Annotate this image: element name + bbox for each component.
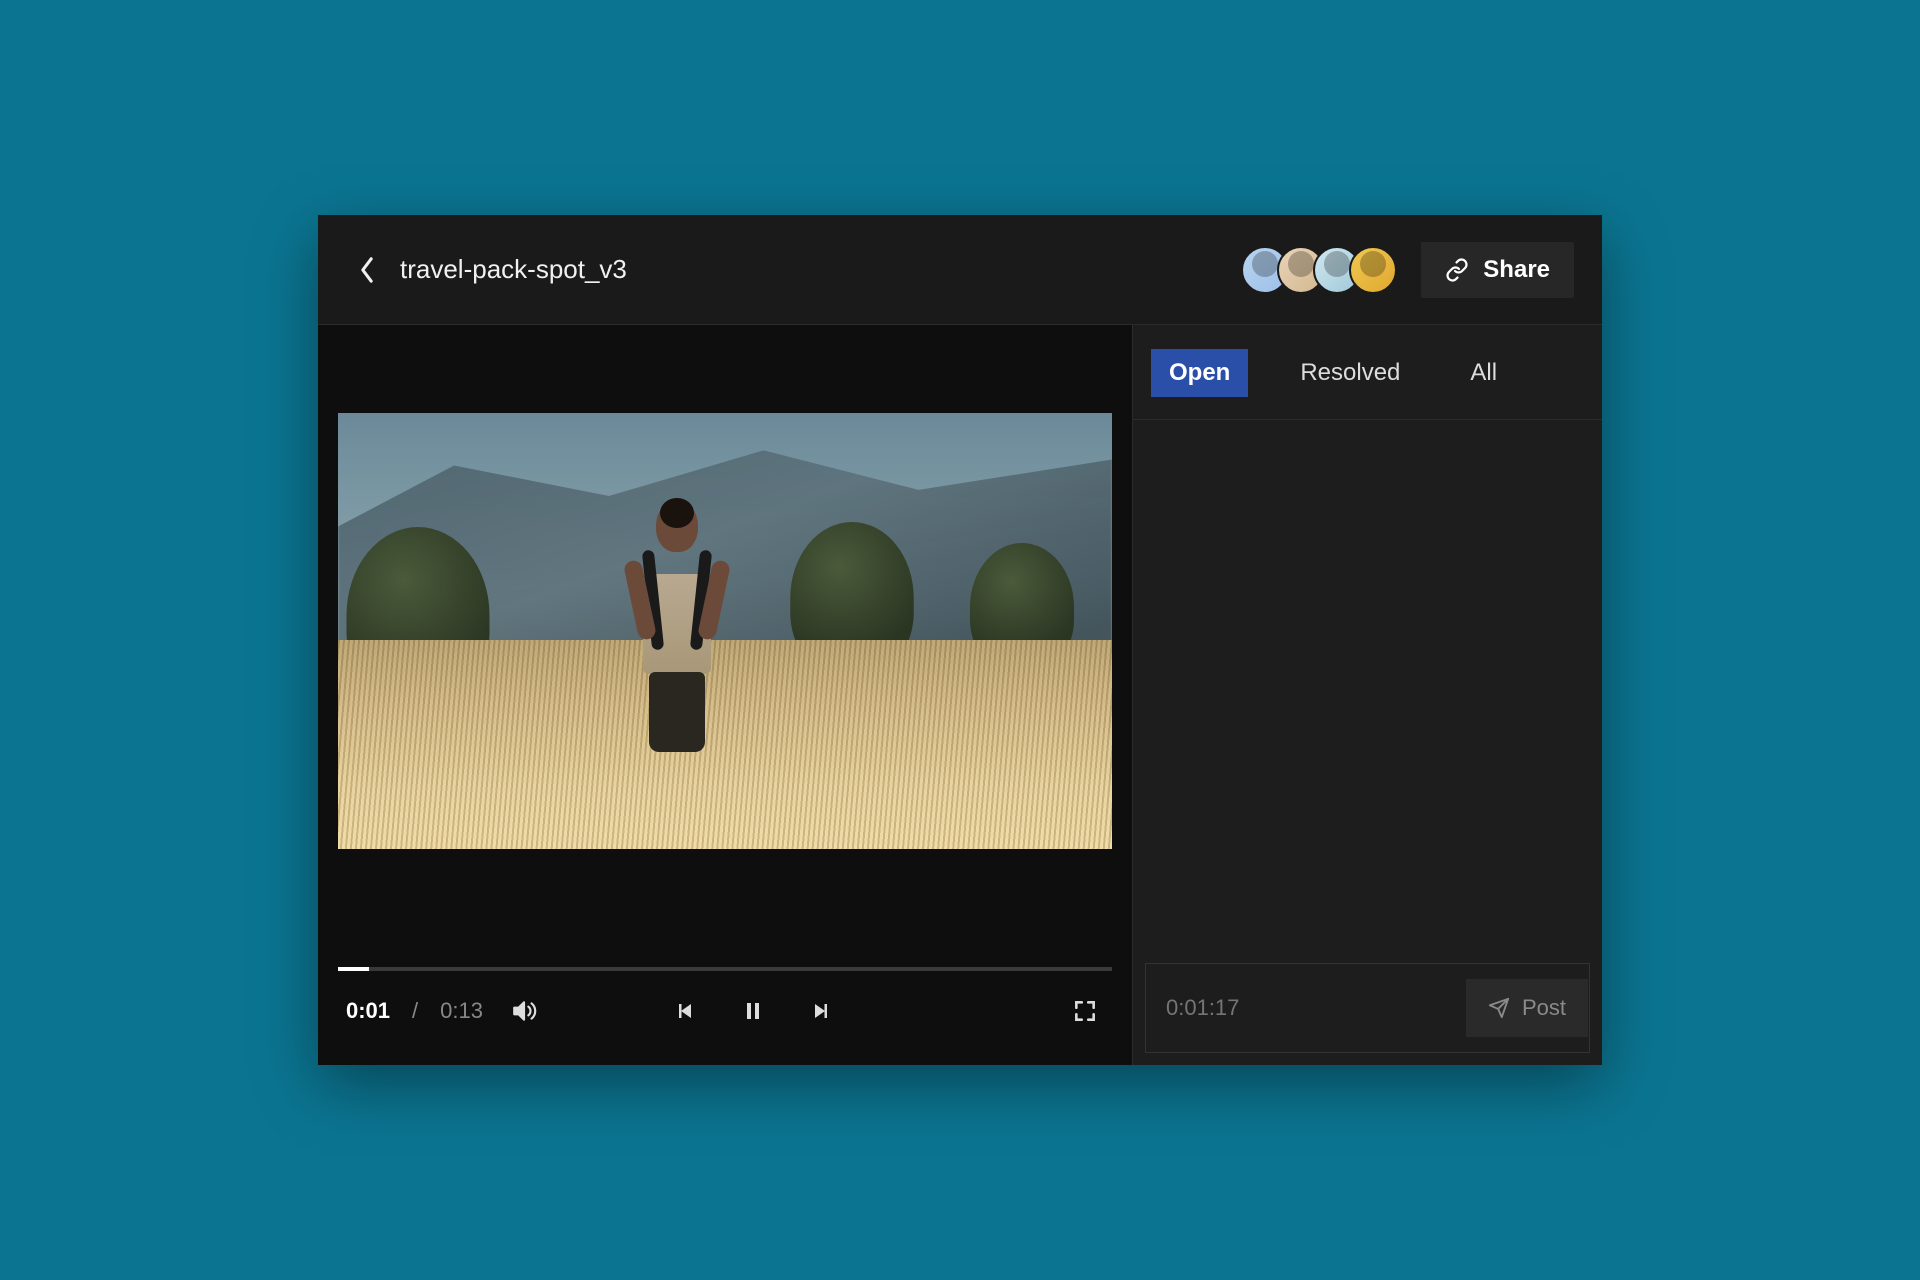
current-time: 0:01 — [346, 998, 390, 1024]
step-forward-icon — [807, 999, 831, 1023]
volume-button[interactable] — [505, 992, 543, 1030]
comment-compose: Post — [1145, 963, 1590, 1053]
volume-icon — [511, 998, 537, 1024]
share-button[interactable]: Share — [1421, 242, 1574, 298]
video-review-window: travel-pack-spot_v3 Share — [318, 215, 1602, 1065]
video-pane: 0:01 / 0:13 — [318, 325, 1132, 1065]
playback-cluster — [669, 993, 837, 1029]
share-label: Share — [1483, 256, 1550, 284]
step-back-button[interactable] — [669, 993, 705, 1029]
tab-resolved[interactable]: Resolved — [1282, 349, 1418, 397]
back-button[interactable]: travel-pack-spot_v3 — [358, 254, 627, 285]
comment-input[interactable] — [1166, 995, 1454, 1021]
pause-button[interactable] — [735, 993, 771, 1029]
comment-tabs: Open Resolved All — [1133, 325, 1602, 420]
fullscreen-icon — [1072, 998, 1098, 1024]
post-label: Post — [1522, 995, 1566, 1021]
duration: 0:13 — [440, 998, 483, 1024]
collaborators — [1241, 246, 1397, 294]
time-separator: / — [412, 998, 418, 1024]
file-title: travel-pack-spot_v3 — [400, 254, 627, 285]
step-back-icon — [675, 999, 699, 1023]
tab-open[interactable]: Open — [1151, 349, 1248, 397]
video-frame — [338, 413, 1112, 848]
player-controls: 0:01 / 0:13 — [338, 971, 1112, 1051]
fullscreen-button[interactable] — [1066, 992, 1104, 1030]
send-icon — [1488, 997, 1510, 1019]
step-forward-button[interactable] — [801, 993, 837, 1029]
comments-pane: Open Resolved All Post — [1132, 325, 1602, 1065]
chevron-left-icon — [358, 256, 376, 284]
main: 0:01 / 0:13 — [318, 325, 1602, 1065]
pause-icon — [741, 999, 765, 1023]
tab-all[interactable]: All — [1452, 349, 1515, 397]
avatar[interactable] — [1349, 246, 1397, 294]
header: travel-pack-spot_v3 Share — [318, 215, 1602, 325]
scrub-progress — [338, 967, 369, 971]
post-button[interactable]: Post — [1466, 979, 1588, 1037]
link-icon — [1445, 258, 1469, 282]
scrub-bar[interactable] — [338, 967, 1112, 971]
comments-list — [1133, 420, 1602, 951]
video-canvas[interactable] — [338, 345, 1112, 917]
